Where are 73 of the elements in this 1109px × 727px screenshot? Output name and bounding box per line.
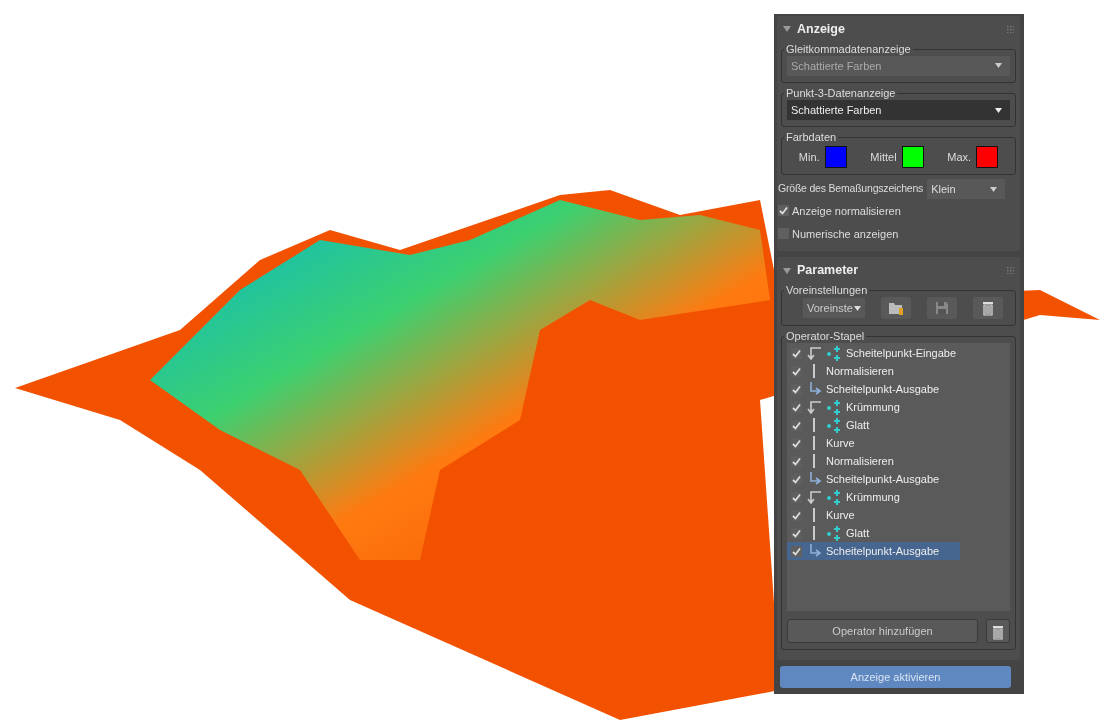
checkbox[interactable] — [791, 491, 802, 503]
operator-row[interactable]: Krümmung — [787, 488, 1010, 507]
operator-row[interactable]: Glatt — [787, 416, 1010, 435]
delete-button[interactable] — [986, 619, 1010, 644]
checkbox[interactable] — [791, 527, 802, 539]
checkbox[interactable] — [791, 347, 802, 359]
caret-icon — [995, 63, 1002, 69]
operator-label: Normalisieren — [826, 364, 894, 380]
checkbox[interactable] — [791, 473, 802, 485]
caret-icon — [990, 186, 998, 192]
group-label: Operator-Stapel — [785, 330, 866, 344]
operator-row[interactable]: Glatt — [787, 524, 1010, 543]
trash-icon — [980, 300, 996, 317]
checkbox[interactable] — [778, 205, 789, 217]
operator-label: Krümmung — [846, 400, 900, 416]
operator-label: Normalisieren — [826, 454, 894, 470]
caret-icon — [854, 305, 861, 311]
operator-label: Glatt — [846, 418, 870, 434]
swatch-label: Max. — [947, 150, 972, 166]
field-label: Größe des Bemaßungszeichens — [778, 181, 924, 197]
grip-icon — [1007, 25, 1014, 33]
group-label: Voreinstellungen — [785, 284, 869, 298]
branch-arrow-icon — [806, 490, 822, 505]
branch-arrow-icon — [806, 400, 822, 415]
rollout-title[interactable]: Parameter — [797, 261, 859, 281]
operator-row[interactable]: Scheitelpunkt-Ausgabe — [787, 470, 1010, 489]
group-label: Gleitkommadatenanzeige — [785, 42, 912, 56]
color-swatch[interactable] — [824, 146, 847, 169]
checkbox[interactable] — [778, 228, 789, 240]
checkbox[interactable] — [791, 365, 802, 377]
caret-icon — [995, 107, 1002, 113]
rollout-title[interactable]: Anzeige — [797, 20, 845, 39]
operator-row[interactable]: Normalisieren — [787, 452, 1010, 471]
checkbox[interactable] — [791, 455, 802, 467]
operator-label: Kurve — [826, 436, 855, 452]
checkbox[interactable] — [791, 383, 802, 395]
checkbox[interactable] — [791, 545, 802, 557]
dropdown[interactable]: Schattierte Farben — [787, 100, 1010, 121]
operator-row[interactable]: Scheitelpunkt-Ausgabe — [787, 542, 960, 561]
operator-row[interactable]: Kurve — [787, 506, 1010, 525]
operator-row[interactable]: Scheitelpunkt-Eingabe — [787, 344, 1010, 363]
group-label: Farbdaten — [785, 131, 838, 145]
swatch-label: Min. — [798, 150, 820, 166]
operator-label: Scheitelpunkt-Ausgabe — [826, 544, 940, 560]
branch-arrow-icon — [806, 346, 822, 361]
operator-label: Scheitelpunkt-Ausgabe — [826, 472, 940, 488]
operator-row[interactable]: Scheitelpunkt-Ausgabe — [787, 380, 1010, 399]
add-operator-button[interactable]: Operator hinzufügen — [787, 619, 978, 644]
operator-label: Krümmung — [846, 490, 900, 506]
checkbox[interactable] — [791, 419, 802, 431]
load-folder-button[interactable] — [881, 297, 911, 320]
operator-label: Scheitelpunkt-Eingabe — [846, 346, 957, 362]
checkbox-label[interactable]: Numerische anzeigen — [792, 225, 899, 243]
group-label: Punkt-3-Datenanzeige — [785, 86, 897, 101]
color-swatch[interactable] — [976, 146, 999, 169]
presets-dropdown[interactable]: Voreinste — [803, 298, 865, 319]
folder-icon — [888, 300, 904, 317]
operator-label: Kurve — [826, 508, 855, 524]
color-swatch[interactable] — [901, 146, 924, 169]
checkbox-label[interactable]: Anzeige normalisieren — [792, 202, 901, 220]
grip-icon — [1007, 267, 1014, 275]
operator-label: Scheitelpunkt-Ausgabe — [826, 382, 940, 398]
delete-button[interactable] — [973, 297, 1003, 320]
dropdown[interactable]: Klein — [927, 179, 1006, 200]
checkbox[interactable] — [791, 401, 802, 413]
checkbox[interactable] — [791, 509, 802, 521]
operator-row[interactable]: Krümmung — [787, 398, 1010, 417]
trash-icon — [991, 624, 1005, 640]
operator-label: Glatt — [846, 526, 870, 542]
checkbox[interactable] — [791, 437, 802, 449]
operator-row[interactable]: Kurve — [787, 434, 1010, 453]
swatch-label: Mittel — [870, 150, 897, 166]
operator-row[interactable]: Normalisieren — [787, 362, 1010, 381]
